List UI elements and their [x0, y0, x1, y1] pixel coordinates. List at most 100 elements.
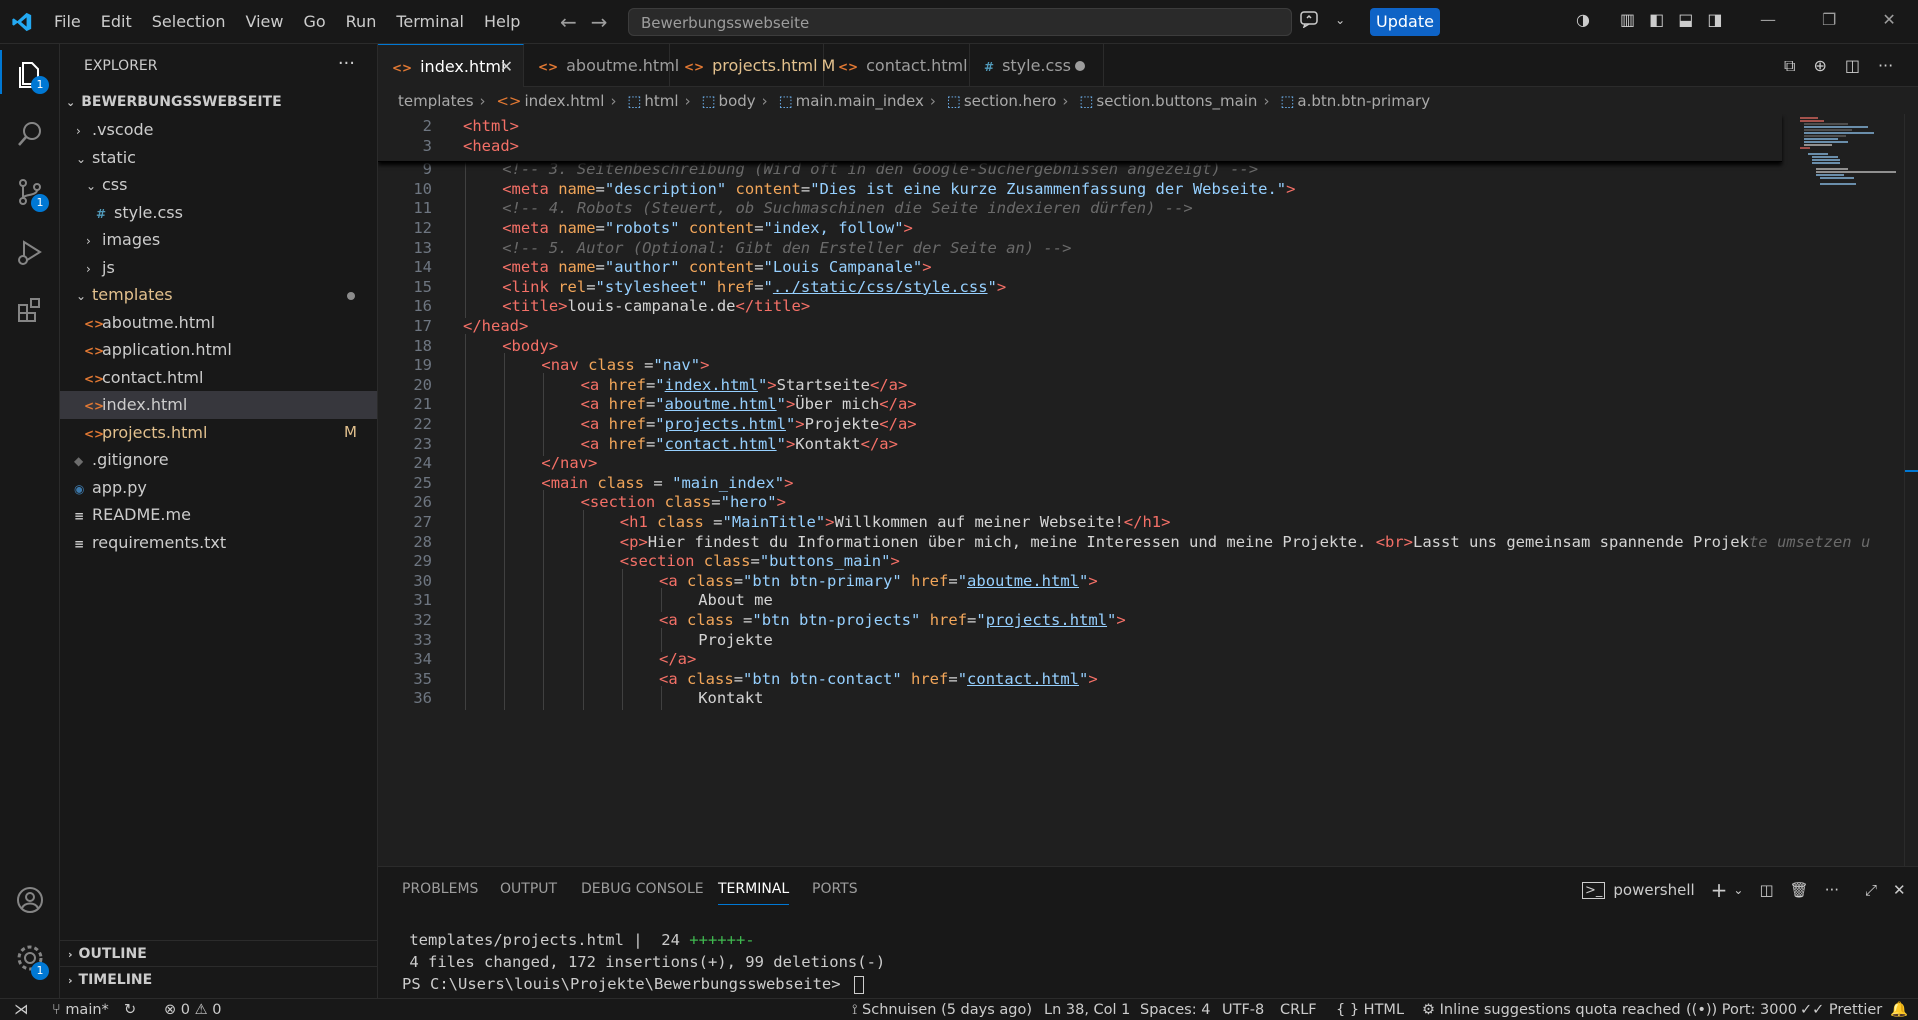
tree-folder-static[interactable]: ⌄ static — [60, 144, 377, 172]
breadcrumb-item[interactable]: main.main_index — [796, 92, 924, 110]
forward-arrow-icon[interactable]: → — [591, 10, 608, 34]
menu-run[interactable]: Run — [336, 0, 387, 44]
toggle-panel-icon[interactable]: ⬓ — [1678, 10, 1693, 29]
tree-folder-css[interactable]: ⌄ css — [60, 171, 377, 199]
prettier-status[interactable]: ✓✓ Prettier — [1800, 999, 1882, 1020]
breadcrumb-item[interactable]: a.btn.btn-primary — [1297, 92, 1430, 110]
tab-projects-html[interactable]: <> projects.html M — [670, 44, 835, 87]
customize-layout-icon[interactable]: ▥ — [1620, 10, 1635, 29]
tree-folder-js[interactable]: › js — [60, 254, 377, 282]
tab-problems[interactable]: PROBLEMS — [402, 879, 478, 905]
code-line[interactable]: 3 <head> — [378, 134, 1758, 158]
more-actions-icon[interactable]: ··· — [1825, 881, 1839, 899]
git-blame[interactable]: ⟟ Schnuisen (5 days ago) — [852, 999, 1032, 1020]
menu-go[interactable]: Go — [293, 0, 335, 44]
split-editor-icon[interactable]: ◫ — [1845, 56, 1860, 76]
tab-index-html[interactable]: <> index.html ✕ — [378, 44, 524, 87]
close-panel-icon[interactable]: ✕ — [1893, 881, 1906, 899]
accounts-icon[interactable]: ◑ — [1576, 10, 1590, 29]
tab-style-css[interactable]: # style.css — [970, 44, 1104, 87]
tab-terminal[interactable]: TERMINAL — [718, 879, 790, 905]
open-preview-icon[interactable]: ⧉ — [1784, 56, 1795, 76]
trash-icon[interactable]: 🗑 — [1790, 881, 1809, 899]
copilot-chat-icon[interactable]: ⌄ — [1300, 10, 1345, 32]
tree-file-index-html[interactable]: <>index.html — [60, 391, 377, 419]
tab-contact-html[interactable]: <> contact.html — [824, 44, 970, 87]
tree-file-style-css[interactable]: # style.css — [60, 199, 377, 227]
extensions-icon[interactable] — [14, 294, 46, 326]
close-icon[interactable]: ✕ — [500, 45, 513, 88]
more-actions-icon[interactable]: ··· — [338, 44, 355, 84]
workspace-root[interactable]: ⌄ BEWERBUNGSSWEBSEITE — [60, 88, 377, 116]
more-actions-icon[interactable]: ··· — [1878, 56, 1893, 76]
chevron-down-icon[interactable]: ⌄ — [1733, 883, 1743, 897]
update-button[interactable]: Update — [1370, 8, 1440, 36]
browser-preview-icon[interactable]: ⊕ — [1813, 56, 1826, 76]
tab-ports[interactable]: PORTS — [812, 879, 858, 905]
account-icon[interactable] — [14, 884, 46, 916]
tree-file-aboutme-html[interactable]: <>aboutme.html — [60, 309, 377, 337]
shell-name[interactable]: powershell — [1613, 881, 1694, 899]
problems-indicator[interactable]: ⊗ 0 ⚠ 0 — [164, 999, 221, 1020]
tree-file-requirements[interactable]: ≡ requirements.txt — [60, 529, 377, 557]
breadcrumb-item[interactable]: html — [644, 92, 678, 110]
breadcrumb-item[interactable]: section.buttons_main — [1096, 92, 1257, 110]
breadcrumb-item[interactable]: index.html — [524, 92, 604, 110]
tree-folder-vscode[interactable]: › .vscode — [60, 116, 377, 144]
remote-icon[interactable]: ⋊ — [14, 999, 29, 1020]
notifications-bell-icon[interactable]: 🔔 — [1890, 999, 1908, 1020]
tree-file-readme[interactable]: ≡ README.me — [60, 501, 377, 529]
text-file-icon: ≡ — [74, 536, 85, 551]
menu-file[interactable]: File — [44, 0, 91, 44]
unsaved-dot[interactable] — [1075, 61, 1085, 71]
cursor-position[interactable]: Ln 38, Col 1 — [1044, 999, 1130, 1020]
menu-view[interactable]: View — [236, 0, 294, 44]
tab-output[interactable]: OUTPUT — [500, 879, 557, 905]
outline-section[interactable]: › OUTLINE — [60, 940, 378, 966]
indentation[interactable]: Spaces: 4 — [1140, 999, 1210, 1020]
maximize-panel-icon[interactable]: ⤢ — [1865, 881, 1877, 899]
code-line[interactable]: 36 Kontakt — [378, 686, 1758, 711]
vertical-scrollbar[interactable] — [1904, 114, 1918, 866]
menu-edit[interactable]: Edit — [91, 0, 142, 44]
code-editor[interactable]: 2<html>3<head> 7<!-- 2. Viewport (Sorgt … — [378, 114, 1918, 866]
menu-selection[interactable]: Selection — [142, 0, 236, 44]
timeline-section[interactable]: › TIMELINE — [60, 966, 378, 992]
sticky-scroll[interactable]: 2 <html> 3 <head> — [378, 114, 1782, 162]
toggle-secondary-sidebar-icon[interactable]: ◨ — [1707, 10, 1722, 29]
command-center-search[interactable]: Bewerbungsswebseite — [628, 8, 1292, 36]
run-debug-icon[interactable] — [14, 236, 46, 268]
minimap[interactable] — [1788, 114, 1898, 194]
port-indicator[interactable]: ((•)) Port: 3000 — [1686, 999, 1797, 1020]
branch-indicator[interactable]: ⑂ main* — [52, 999, 109, 1020]
line-ending[interactable]: CRLF — [1280, 999, 1317, 1020]
sync-icon[interactable]: ↻ — [124, 999, 136, 1020]
copilot-status[interactable]: ⚙ Inline suggestions quota reached — [1422, 999, 1681, 1020]
menu-terminal[interactable]: Terminal — [386, 0, 474, 44]
tree-file-application-html[interactable]: <>application.html — [60, 336, 377, 364]
minimize-icon[interactable]: — — [1760, 10, 1776, 29]
split-terminal-icon[interactable]: ◫ — [1759, 881, 1773, 899]
search-icon[interactable] — [14, 118, 46, 150]
breadcrumb-item[interactable]: body — [719, 92, 756, 110]
tree-file-contact-html[interactable]: <>contact.html — [60, 364, 377, 392]
back-arrow-icon[interactable]: ← — [560, 10, 577, 34]
tree-folder-images[interactable]: › images — [60, 226, 377, 254]
toggle-primary-sidebar-icon[interactable]: ◧ — [1649, 10, 1664, 29]
breadcrumb-item[interactable]: section.hero — [964, 92, 1057, 110]
encoding[interactable]: UTF-8 — [1222, 999, 1264, 1020]
tab-debug-console[interactable]: DEBUG CONSOLE — [581, 879, 704, 905]
tree-file-app-py[interactable]: ◉ app.py — [60, 474, 377, 502]
tree-folder-templates[interactable]: ⌄ templates — [60, 281, 377, 309]
menu-help[interactable]: Help — [474, 0, 530, 44]
tree-file-projects-html[interactable]: <>projects.html M — [60, 419, 377, 447]
add-terminal-icon[interactable]: + — [1711, 878, 1728, 902]
restore-icon[interactable]: ❐ — [1822, 10, 1836, 29]
close-window-icon[interactable]: ✕ — [1882, 10, 1895, 29]
language-mode[interactable]: { } HTML — [1336, 999, 1404, 1020]
tree-file-gitignore[interactable]: ◆ .gitignore — [60, 446, 377, 474]
terminal-prompt[interactable]: PS C:\Users\louis\Projekte\Bewerbungsswe… — [402, 975, 864, 994]
breadcrumb-item[interactable]: templates — [398, 92, 474, 110]
chevron-down-icon[interactable]: ⌄ — [1335, 13, 1345, 27]
tab-aboutme-html[interactable]: <> aboutme.html — [524, 44, 679, 87]
